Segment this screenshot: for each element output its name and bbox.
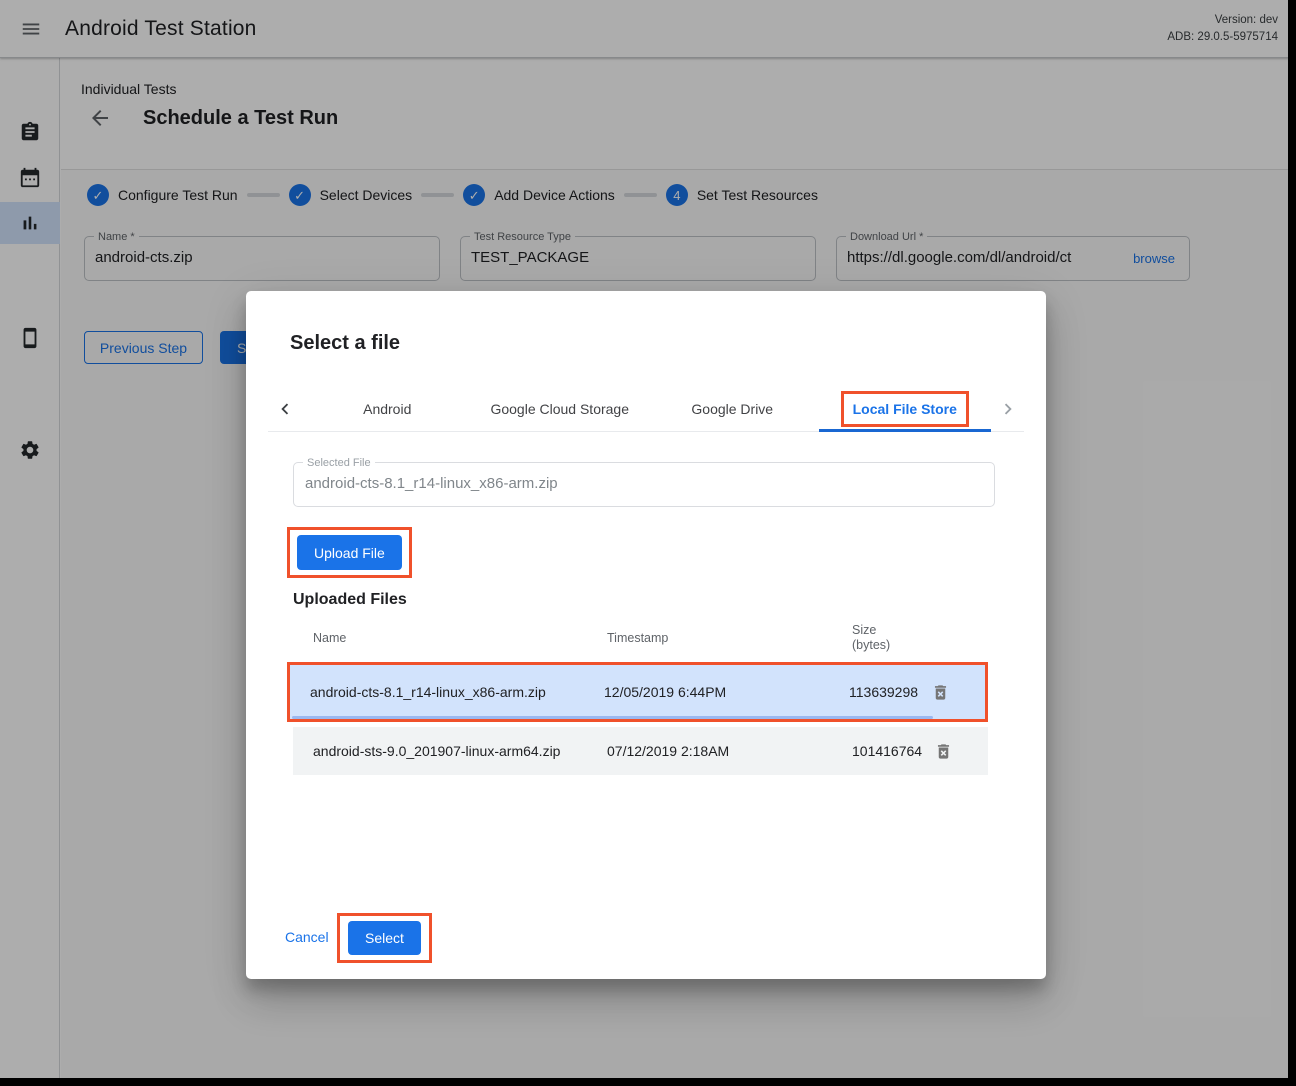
annotation-box: Local File Store [841,391,969,427]
tab-label: Local File Store [853,401,957,417]
tab-google-drive[interactable]: Google Drive [646,386,819,431]
column-header-size: Size (bytes) [852,623,924,653]
size-header-line2: (bytes) [852,638,890,652]
file-source-tabs: Android Google Cloud Storage Google Driv… [268,386,1024,432]
tabs-scroll-left-button[interactable] [268,386,301,431]
size-header-line1: Size [852,623,876,637]
horizontal-scrollbar[interactable] [292,716,933,719]
size-cell: 113639298 [849,684,921,700]
cancel-button[interactable]: Cancel [285,929,329,945]
file-name-cell: android-sts-9.0_201907-linux-arm64.zip [313,743,607,759]
upload-file-button[interactable]: Upload File [297,535,402,570]
delete-file-button[interactable] [930,738,956,764]
column-header-timestamp: Timestamp [607,631,852,645]
timestamp-cell: 12/05/2019 6:44PM [604,684,849,700]
select-button[interactable]: Select [348,921,421,955]
tab-list: Android Google Cloud Storage Google Driv… [301,386,991,431]
tab-label: Google Drive [691,401,773,417]
annotation-box: Select [337,913,432,963]
dialog-title: Select a file [290,332,400,355]
tab-label: Google Cloud Storage [490,401,629,417]
select-file-dialog: Select a file Android Google Cloud Stora… [246,291,1046,979]
table-row[interactable]: android-sts-9.0_201907-linux-arm64.zip 0… [293,727,988,775]
uploaded-files-table-header: Name Timestamp Size (bytes) [293,618,988,658]
selected-file-value: android-cts-8.1_r14-linux_x86-arm.zip [305,475,558,492]
file-name-cell: android-cts-8.1_r14-linux_x86-arm.zip [310,684,604,700]
timestamp-cell: 07/12/2019 2:18AM [607,743,852,759]
screen-edge-right [1288,0,1296,1086]
size-cell: 101416764 [852,743,924,759]
tabs-scroll-right-button[interactable] [991,386,1024,431]
tab-android[interactable]: Android [301,386,474,431]
column-header-name: Name [313,631,607,645]
delete-file-button[interactable] [927,679,953,705]
tab-label: Android [363,401,411,417]
annotation-box: Upload File [287,527,412,578]
table-row-selected[interactable]: android-cts-8.1_r14-linux_x86-arm.zip 12… [290,665,985,719]
tab-local-file-store[interactable]: Local File Store [819,386,992,431]
selected-file-label: Selected File [303,457,375,469]
uploaded-files-heading: Uploaded Files [293,591,407,609]
selected-file-field[interactable]: Selected File android-cts-8.1_r14-linux_… [293,462,995,507]
screen-edge-bottom [0,1078,1296,1086]
annotation-box: android-cts-8.1_r14-linux_x86-arm.zip 12… [287,662,988,722]
tab-google-cloud-storage[interactable]: Google Cloud Storage [474,386,647,431]
